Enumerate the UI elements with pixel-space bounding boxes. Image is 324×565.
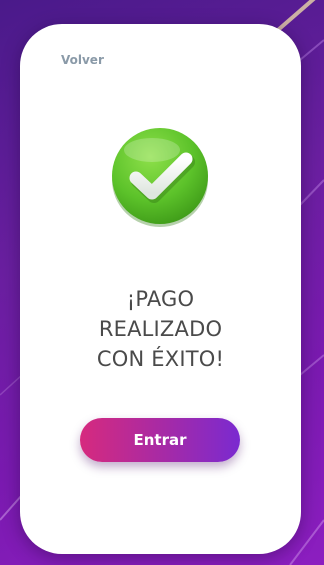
success-message: ¡PAGO REALIZADO CON ÉXITO! [20,284,301,374]
enter-button[interactable]: Entrar [80,418,240,462]
success-message-line-3: CON ÉXITO! [96,347,225,371]
back-link[interactable]: Volver [61,53,104,67]
payment-success-card: Volver ¡PAGO REALIZADO CON ÉXITO! Entrar [20,24,301,554]
success-message-line-1: ¡PAGO [126,287,195,311]
success-message-line-2: REALIZADO [98,317,223,341]
check-circle-icon [108,124,212,228]
